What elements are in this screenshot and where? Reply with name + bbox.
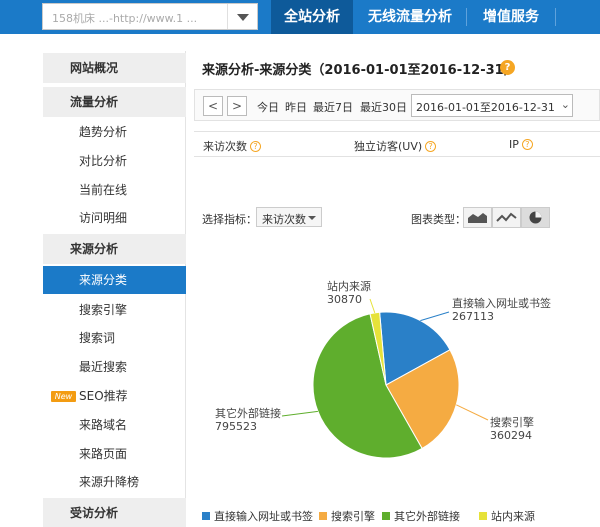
pie-leader-line-2 xyxy=(281,410,318,417)
pie-label-value-1: 360294 xyxy=(490,429,532,442)
legend-swatch-3 xyxy=(479,512,487,520)
pie-leader-line-1 xyxy=(456,404,489,421)
metric-ip: IP? xyxy=(509,138,533,151)
sidebar: 网站概况 流量分析 趋势分析 对比分析 当前在线 访问明细 来源分析 来源分类 … xyxy=(43,51,186,527)
date-toolbar: < > 今日 昨日 最近7日 最近30日 2016-01-01至2016-12-… xyxy=(194,89,600,121)
sidebar-item-label: SEO推荐 xyxy=(79,389,128,403)
metric-visits: 来访次数? xyxy=(203,138,261,154)
sidebar-item-source-category[interactable]: 来源分类 xyxy=(43,266,186,294)
metric-label: 独立访客(UV) xyxy=(354,140,423,153)
sidebar-item-search-engine[interactable]: 搜索引擎 xyxy=(43,296,186,324)
sidebar-item-source-ranking[interactable]: 来源升降榜 xyxy=(43,468,186,496)
pie-label-value-0: 267113 xyxy=(452,310,494,323)
new-badge: New xyxy=(51,391,76,402)
sidebar-group-traffic[interactable]: 流量分析 xyxy=(43,87,186,117)
tab-value-added-services[interactable]: 增值服务 xyxy=(470,0,552,34)
sidebar-item-trend[interactable]: 趋势分析 xyxy=(43,118,186,146)
legend-label-0: 直接输入网址或书签 xyxy=(214,509,313,523)
date-range-select[interactable]: 2016-01-01至2016-12-31 ⌄ xyxy=(411,94,573,117)
pie-label-value-3: 30870 xyxy=(327,293,362,306)
chevron-down-icon: ⌄ xyxy=(560,98,570,111)
line-chart-button[interactable] xyxy=(492,207,521,228)
legend-item-1[interactable]: 搜索引擎 xyxy=(319,509,375,523)
help-icon[interactable]: ? xyxy=(521,139,533,150)
previous-period-button[interactable]: < xyxy=(203,96,223,116)
pie-label-name-2: 其它外部链接 xyxy=(215,406,281,420)
date-range-value: 2016-01-01至2016-12-31 xyxy=(416,101,555,114)
help-icon[interactable]: ? xyxy=(425,141,437,152)
top-navigation-bar: 158机床 ...-http://www.1 ... 全站分析 无线流量分析 增… xyxy=(0,0,600,34)
metric-label: 来访次数 xyxy=(203,140,247,153)
metric-label: IP xyxy=(509,138,519,151)
pie-label-name-3: 站内来源 xyxy=(327,279,371,293)
legend-label-1: 搜索引擎 xyxy=(331,509,375,523)
line-chart-icon xyxy=(496,212,517,222)
tab-site-analysis[interactable]: 全站分析 xyxy=(271,0,353,34)
page-title: 来源分析-来源分类（2016-01-01至2016-12-31） xyxy=(202,63,517,78)
sidebar-group-visited[interactable]: 受访分析 xyxy=(43,498,186,527)
indicator-select-value: 来访次数 xyxy=(262,213,306,226)
legend-swatch-2 xyxy=(382,512,390,520)
legend-item-0[interactable]: 直接输入网址或书签 xyxy=(202,509,313,523)
help-icon[interactable]: ? xyxy=(250,141,261,152)
tab-divider xyxy=(466,8,467,26)
indicator-select[interactable]: 来访次数 xyxy=(256,207,322,227)
pie-leader-line-0 xyxy=(420,311,450,322)
tab-wireless-traffic[interactable]: 无线流量分析 xyxy=(356,0,464,34)
site-select-value: 158机床 ...-http://www.1 ... xyxy=(52,12,198,25)
sidebar-item-recent-search[interactable]: 最近搜索 xyxy=(43,353,186,381)
caret-down-icon xyxy=(308,216,316,220)
sidebar-item-referrer-page[interactable]: 来路页面 xyxy=(43,440,186,468)
sidebar-group-source[interactable]: 来源分析 xyxy=(43,234,186,264)
pie-leader-line-3 xyxy=(369,298,376,314)
range-last-7-days-link[interactable]: 最近7日 xyxy=(313,99,353,115)
legend-item-3[interactable]: 站内来源 xyxy=(479,509,535,523)
sidebar-item-overview[interactable]: 网站概况 xyxy=(43,53,186,83)
legend-label-3: 站内来源 xyxy=(491,509,535,523)
pie-label-name-0: 直接输入网址或书签 xyxy=(452,296,551,310)
chart-type-label: 图表类型： xyxy=(411,213,466,226)
pie-label-value-2: 795523 xyxy=(215,420,257,433)
sidebar-item-seo[interactable]: New SEO推荐 xyxy=(43,382,186,410)
pie-label-name-1: 搜索引擎 xyxy=(490,415,534,429)
sidebar-item-referrer-domain[interactable]: 来路域名 xyxy=(43,411,186,439)
metrics-row: 来访次数? 独立访客(UV)? IP? xyxy=(194,131,600,157)
sidebar-item-search-keyword[interactable]: 搜索词 xyxy=(43,324,186,352)
site-select[interactable]: 158机床 ...-http://www.1 ... xyxy=(42,3,258,30)
legend-swatch-1 xyxy=(319,512,327,520)
tab-divider xyxy=(555,8,556,26)
legend-label-2: 其它外部链接 xyxy=(394,509,460,523)
help-icon[interactable]: ? xyxy=(500,60,515,75)
area-chart-icon xyxy=(468,213,487,223)
pie-chart-icon xyxy=(529,211,542,224)
source-pie-chart: 直接输入网址或书签267113搜索引擎360294其它外部链接795523站内来… xyxy=(202,279,551,523)
pie-chart-button[interactable] xyxy=(521,207,550,228)
metric-unique-visitors: 独立访客(UV)? xyxy=(354,138,437,154)
sidebar-item-visit-detail[interactable]: 访问明细 xyxy=(43,204,186,232)
area-chart-button[interactable] xyxy=(463,207,492,228)
sidebar-item-online[interactable]: 当前在线 xyxy=(43,176,186,204)
range-yesterday-link[interactable]: 昨日 xyxy=(285,99,307,115)
legend-swatch-0 xyxy=(202,512,210,520)
sidebar-item-compare[interactable]: 对比分析 xyxy=(43,147,186,175)
range-today-link[interactable]: 今日 xyxy=(257,99,279,115)
legend-item-2[interactable]: 其它外部链接 xyxy=(382,509,460,523)
chevron-down-icon[interactable] xyxy=(227,4,257,29)
next-period-button[interactable]: > xyxy=(227,96,247,116)
indicator-label: 选择指标： xyxy=(202,213,257,226)
range-last-30-days-link[interactable]: 最近30日 xyxy=(360,99,407,115)
